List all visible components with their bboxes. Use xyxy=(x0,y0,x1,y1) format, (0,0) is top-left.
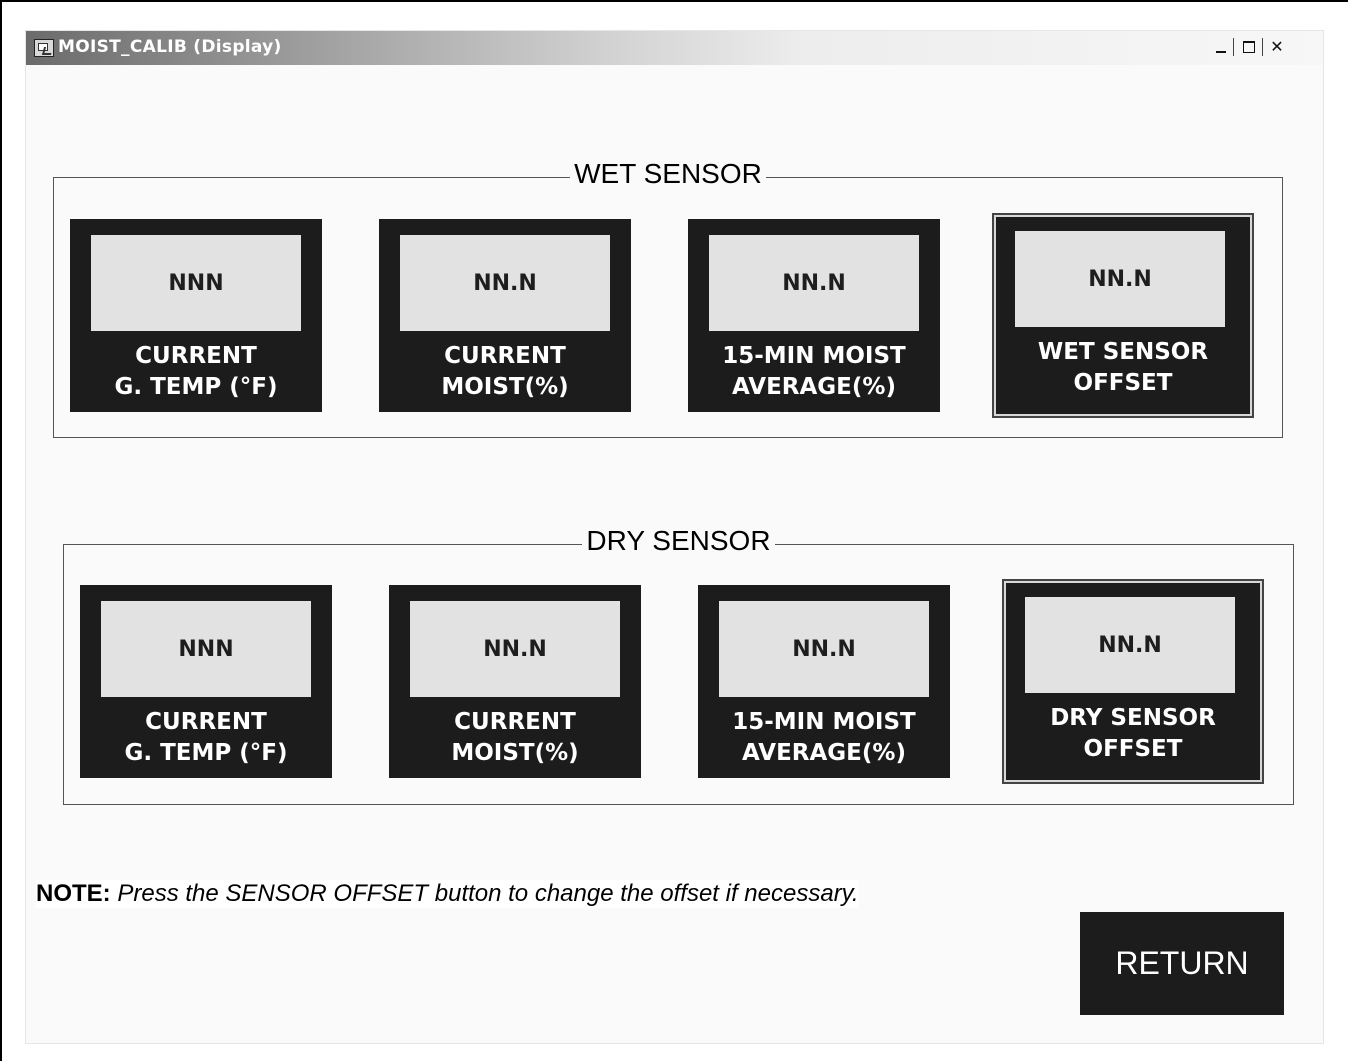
return-button[interactable]: RETURN xyxy=(1080,912,1284,1015)
minimize-icon[interactable] xyxy=(1211,37,1231,57)
wet-15min-average-value: NN.N xyxy=(709,235,919,331)
dry-15min-average-value: NN.N xyxy=(719,601,929,697)
dry-sensor-offset-button[interactable]: NN.N DRY SENSOR OFFSET xyxy=(1002,579,1264,784)
dry-current-moist-label: CURRENT MOIST(%) xyxy=(451,709,579,766)
wet-sensor-offset-button[interactable]: NN.N WET SENSOR OFFSET xyxy=(992,213,1254,418)
wet-15min-average-tile: NN.N 15-MIN MOIST AVERAGE(%) xyxy=(688,219,940,412)
wet-current-moist-tile: NN.N CURRENT MOIST(%) xyxy=(379,219,631,412)
wet-current-moist-label: CURRENT MOIST(%) xyxy=(441,343,569,400)
wet-sensor-title: WET SENSOR xyxy=(54,158,1282,190)
dry-sensor-title: DRY SENSOR xyxy=(64,525,1293,557)
close-icon[interactable]: ✕ xyxy=(1267,37,1287,57)
offset-note: NOTE: Press the SENSOR OFFSET button to … xyxy=(36,880,859,908)
maximize-icon[interactable] xyxy=(1239,37,1259,57)
titlebar-divider xyxy=(1262,38,1263,56)
wet-current-temp-label: CURRENT G. TEMP (°F) xyxy=(114,343,278,400)
dry-current-moist-tile: NN.N CURRENT MOIST(%) xyxy=(389,585,641,778)
wet-sensor-offset-label: WET SENSOR OFFSET xyxy=(1037,339,1209,396)
dry-current-temp-tile: NNN CURRENT G. TEMP (°F) xyxy=(80,585,332,778)
wet-sensor-offset-value: NN.N xyxy=(1015,231,1225,327)
title-bar[interactable]: MOIST_CALIB (Display) ✕ xyxy=(26,31,1323,65)
dry-15min-average-label: 15-MIN MOIST AVERAGE(%) xyxy=(732,709,916,766)
dry-sensor-offset-label: DRY SENSOR OFFSET xyxy=(1050,705,1216,762)
note-prefix: NOTE: xyxy=(36,880,111,907)
app-icon xyxy=(34,39,54,57)
dry-current-temp-value: NNN xyxy=(101,601,311,697)
wet-current-moist-value: NN.N xyxy=(400,235,610,331)
wet-current-temp-tile: NNN CURRENT G. TEMP (°F) xyxy=(70,219,322,412)
titlebar-divider xyxy=(1233,38,1234,56)
wet-current-temp-value: NNN xyxy=(91,235,301,331)
window-title: MOIST_CALIB (Display) xyxy=(58,37,282,57)
dry-current-moist-value: NN.N xyxy=(410,601,620,697)
dry-sensor-offset-value: NN.N xyxy=(1025,597,1235,693)
dry-15min-average-tile: NN.N 15-MIN MOIST AVERAGE(%) xyxy=(698,585,950,778)
note-text: Press the SENSOR OFFSET button to change… xyxy=(117,880,859,907)
dry-current-temp-label: CURRENT G. TEMP (°F) xyxy=(124,709,288,766)
wet-15min-average-label: 15-MIN MOIST AVERAGE(%) xyxy=(722,343,906,400)
